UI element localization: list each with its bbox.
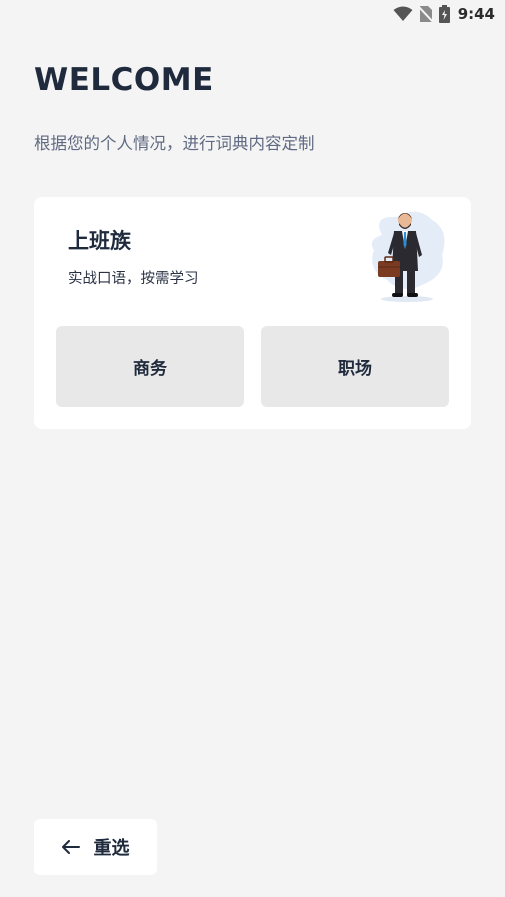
card-description: 实战口语，按需学习 xyxy=(68,271,199,287)
businessman-illustration xyxy=(362,205,452,305)
card-title: 上班族 xyxy=(68,229,131,253)
status-bar: 9:44 xyxy=(0,0,505,28)
option-business-button[interactable]: 商务 xyxy=(56,326,244,407)
page-subtitle: 根据您的个人情况，进行词典内容定制 xyxy=(34,134,315,153)
arrow-left-icon xyxy=(61,840,80,854)
option-workplace-button[interactable]: 职场 xyxy=(261,326,449,407)
page-title: WELCOME xyxy=(34,62,214,98)
no-sim-icon xyxy=(418,5,433,23)
battery-charging-icon xyxy=(438,5,450,23)
profile-card-office-worker: 上班族 实战口语，按需学习 商务 职场 xyxy=(34,197,471,429)
wifi-icon xyxy=(393,6,413,22)
reselect-label: 重选 xyxy=(93,838,130,859)
status-time: 9:44 xyxy=(457,5,495,23)
reselect-button[interactable]: 重选 xyxy=(34,819,157,875)
